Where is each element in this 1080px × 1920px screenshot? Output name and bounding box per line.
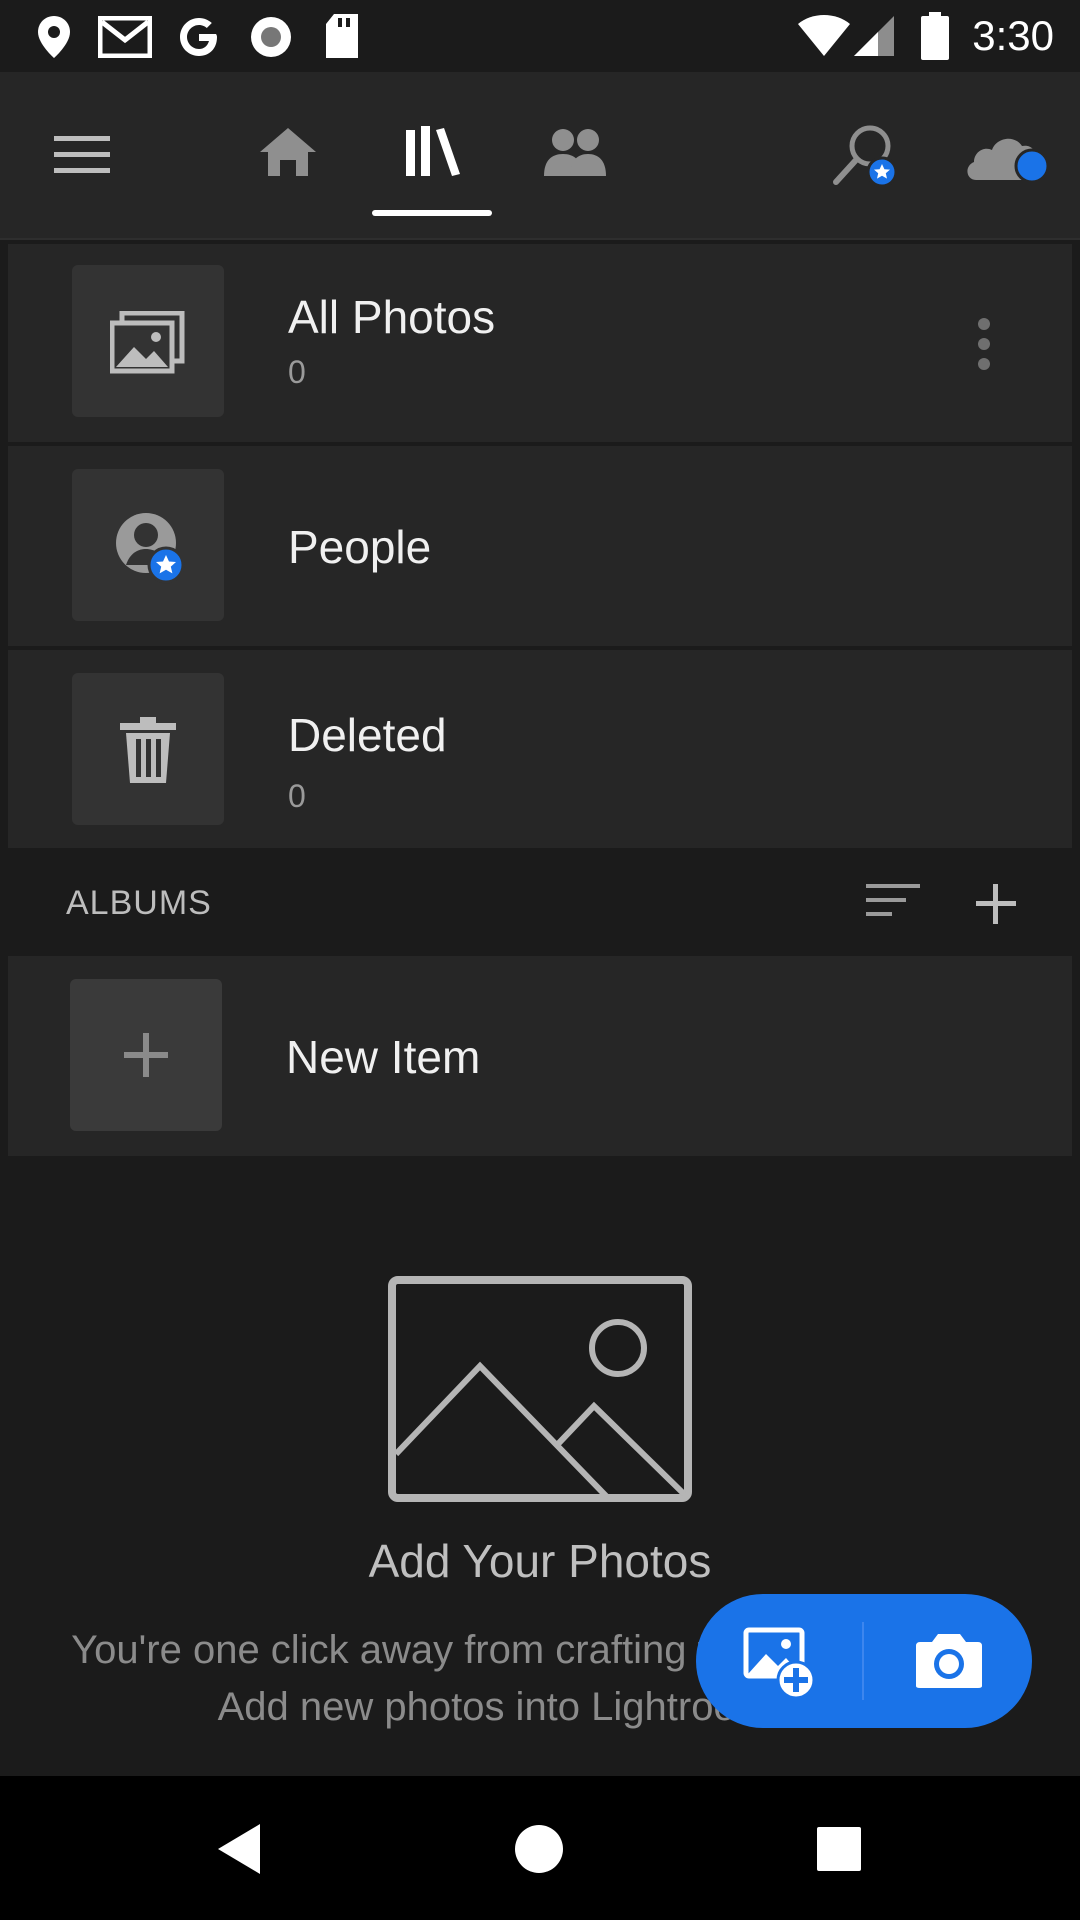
back-icon[interactable] [214,1822,264,1876]
deleted-thumb [72,673,224,825]
albums-section-label: ALBUMS [66,884,212,922]
record-icon [251,17,291,57]
menu-icon[interactable] [52,132,112,176]
add-album-icon[interactable] [974,882,1018,926]
gmail-icon [98,16,152,58]
more-options-icon[interactable] [976,316,992,372]
battery-icon [921,12,949,60]
all-photos-thumb [72,265,224,417]
cellular-signal-icon [854,16,894,56]
add-photos-fab [696,1594,1032,1728]
library-icon[interactable] [402,122,464,180]
new-album-row[interactable]: New Item [8,956,1072,1156]
selected-tab-indicator [372,210,492,216]
empty-state-title: Add Your Photos [368,1535,712,1587]
photos-stack-icon [110,311,185,374]
image-placeholder-icon [388,1276,692,1502]
home-icon[interactable] [256,124,320,180]
home-circle-icon[interactable] [514,1824,564,1874]
person-star-icon [116,513,185,584]
sd-card-icon [326,14,358,58]
row-count: 0 [288,354,306,390]
library-row-deleted[interactable]: Deleted 0 [8,650,1072,848]
trash-icon [120,717,176,783]
app-bar [0,72,1080,240]
people-icon[interactable] [540,126,610,178]
recents-icon[interactable] [816,1826,862,1872]
cloud-sync-icon[interactable] [962,128,1054,192]
location-pin-icon [38,16,70,58]
camera-icon[interactable] [912,1632,986,1690]
add-photo-icon[interactable] [742,1626,818,1700]
google-icon [180,18,217,56]
wifi-icon [798,15,850,56]
sort-icon[interactable] [864,880,922,922]
new-item-label: New Item [286,1031,481,1083]
row-title: Deleted [288,709,447,761]
row-count: 0 [288,778,306,814]
library-row-people[interactable]: People [8,446,1072,646]
system-nav-bar [0,1776,1080,1920]
row-title: All Photos [288,291,496,343]
row-title: People [288,521,432,573]
clock: 3:30 [972,12,1054,59]
plus-icon [124,1033,168,1077]
fab-divider [862,1622,864,1700]
search-icon[interactable] [830,120,902,192]
status-bar: 3:30 [0,0,1080,72]
people-thumb [72,469,224,621]
library-row-all-photos[interactable]: All Photos 0 [8,244,1072,442]
new-item-thumb [70,979,222,1131]
